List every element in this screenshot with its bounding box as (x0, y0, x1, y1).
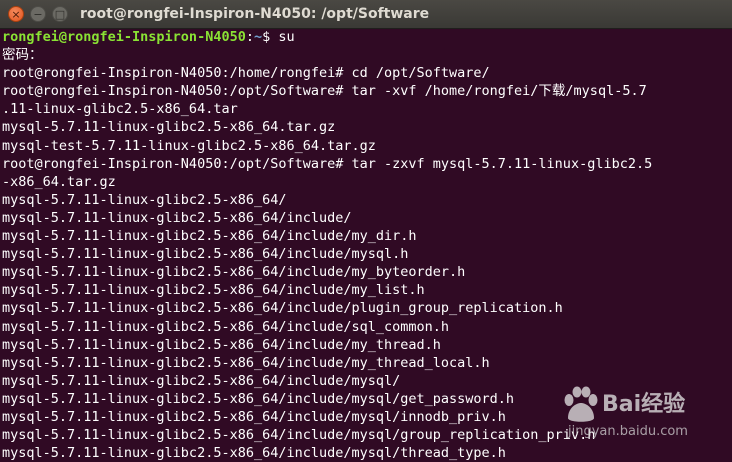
prompt-path: ~ (253, 29, 263, 45)
baidu-paw-icon (564, 386, 598, 422)
terminal-line: mysql-5.7.11-linux-glibc2.5-x86_64/inclu… (2, 354, 490, 371)
command-text: su (270, 29, 295, 45)
title-bar[interactable]: × − □ root@rongfei-Inspiron-N4050: /opt/… (0, 0, 732, 29)
window-title: root@rongfei-Inspiron-N4050: /opt/Softwa… (80, 6, 430, 22)
minimize-icon: − (33, 7, 43, 21)
close-icon: × (11, 7, 21, 21)
terminal-line: root@rongfei-Inspiron-N4050:/home/rongfe… (2, 65, 490, 82)
terminal-line: mysql-5.7.11-linux-glibc2.5-x86_64/inclu… (2, 209, 352, 226)
terminal-line: mysql-5.7.11-linux-glibc2.5-x86_64/inclu… (2, 228, 417, 245)
maximize-icon: □ (54, 7, 66, 21)
terminal-window: × − □ root@rongfei-Inspiron-N4050: /opt/… (0, 0, 732, 462)
prompt-user: rongfei@rongfei-Inspiron-N4050 (2, 29, 246, 45)
terminal-line: root@rongfei-Inspiron-N4050:/opt/Softwar… (2, 155, 653, 172)
terminal-line: mysql-5.7.11-linux-glibc2.5-x86_64.tar.g… (2, 119, 336, 136)
terminal-line: mysql-5.7.11-linux-glibc2.5-x86_64/inclu… (2, 336, 441, 353)
watermark-url: jingyan.baidu.com (568, 424, 688, 439)
terminal-line: mysql-5.7.11-linux-glibc2.5-x86_64/inclu… (2, 300, 563, 317)
terminal-line: mysql-5.7.11-linux-glibc2.5-x86_64/inclu… (2, 318, 450, 335)
terminal-line: mysql-5.7.11-linux-glibc2.5-x86_64/inclu… (2, 264, 466, 281)
terminal-line: mysql-5.7.11-linux-glibc2.5-x86_64/inclu… (2, 246, 409, 263)
terminal-line: 密码： (2, 47, 43, 64)
terminal-line: root@rongfei-Inspiron-N4050:/opt/Softwar… (2, 83, 647, 100)
terminal-line: -x86_64.tar.gz (2, 173, 116, 190)
minimize-button[interactable]: − (30, 6, 46, 22)
maximize-button[interactable]: □ (52, 6, 68, 22)
terminal-line: mysql-5.7.11-linux-glibc2.5-x86_64/ (2, 191, 287, 208)
close-button[interactable]: × (8, 6, 24, 22)
watermark-brand: Bai经验 (602, 392, 686, 417)
prompt-line: rongfei@rongfei-Inspiron-N4050:~$ su (2, 29, 295, 45)
baidu-watermark: Bai经验 jingyan.baidu.com (560, 380, 730, 450)
terminal-line: mysql-5.7.11-linux-glibc2.5-x86_64/inclu… (2, 282, 425, 299)
terminal-line: .11-linux-glibc2.5-x86_64.tar (2, 101, 238, 118)
terminal-line: mysql-test-5.7.11-linux-glibc2.5-x86_64.… (2, 137, 376, 154)
